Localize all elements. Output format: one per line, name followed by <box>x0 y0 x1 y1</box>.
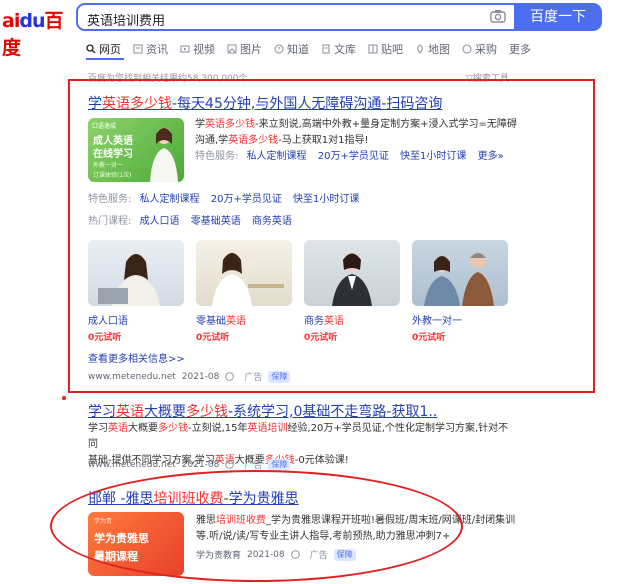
tab-video[interactable]: 视频 <box>180 40 215 58</box>
annotation-rectangle <box>68 79 595 393</box>
logo-du: du <box>19 10 45 32</box>
tab-news[interactable]: 资讯 <box>133 40 168 58</box>
ad2-title-pre: 学习 <box>88 404 116 420</box>
tab-image[interactable]: 图片 <box>227 40 262 58</box>
t: 大概要 <box>128 423 158 434</box>
purchase-icon <box>462 44 472 54</box>
baidu-logo[interactable]: aidu百度 <box>2 6 72 59</box>
tab-label: 更多 <box>509 43 531 56</box>
tab-label: 网页 <box>99 43 121 56</box>
info-icon <box>225 460 235 469</box>
tab-label: 采购 <box>475 43 497 56</box>
tab-web[interactable]: 网页 <box>86 40 121 58</box>
tab-label: 视频 <box>193 43 215 56</box>
tab-label: 图片 <box>240 43 262 56</box>
forum-icon <box>368 44 378 54</box>
tab-tieba[interactable]: 贴吧 <box>368 40 403 58</box>
guarantee-text: 保障 <box>271 459 288 469</box>
svg-text:?: ? <box>277 47 280 54</box>
map-icon <box>417 44 423 54</box>
t: 学习 <box>88 423 108 434</box>
t: 多少钱 <box>158 423 188 434</box>
tab-label: 资讯 <box>146 43 168 56</box>
guarantee-badge[interactable]: 保障 <box>268 458 291 471</box>
video-icon <box>180 45 190 53</box>
t: -立刻说,15年 <box>188 423 248 434</box>
search-icon <box>86 44 96 54</box>
ad2-date: 2021-08 <box>181 459 220 470</box>
tab-map[interactable]: 地图 <box>415 40 450 58</box>
search-button[interactable]: 百度一下 <box>514 3 602 31</box>
image-icon <box>227 44 237 54</box>
ad2-url[interactable]: www.metenedu.net <box>88 460 176 470</box>
tab-zhidao[interactable]: ? 知道 <box>274 40 309 58</box>
tab-label: 贴吧 <box>381 43 403 56</box>
logo-prefix: ai <box>2 10 20 32</box>
tab-label: 地图 <box>428 43 450 56</box>
ad2-title-post: -系统学习,0基础不走弯路-获取1.. <box>228 404 438 420</box>
active-tab-underline <box>86 58 124 60</box>
news-icon <box>133 44 143 54</box>
search-tabs: 网页 资讯 视频 图片 ? 知道 文库 贴吧 地图 采购 更多 <box>86 40 543 58</box>
ad2-title-hl2: 多少钱 <box>186 404 228 420</box>
question-icon: ? <box>274 44 284 54</box>
search-input[interactable]: 英语培训费用 <box>76 3 514 31</box>
ad2-title[interactable]: 学习英语大概要多少钱-系统学习,0基础不走弯路-获取1.. <box>88 401 437 421</box>
t: -0元体验课! <box>294 455 349 466</box>
search-query: 英语培训费用 <box>87 14 166 29</box>
annotation-dot <box>62 396 66 400</box>
tab-label: 知道 <box>287 43 309 56</box>
tab-label: 文库 <box>334 43 356 56</box>
tab-more[interactable]: 更多 <box>509 40 531 58</box>
tab-wenku[interactable]: 文库 <box>321 40 356 58</box>
ad2-title-hl1: 英语 <box>116 404 144 420</box>
annotation-ellipse <box>50 470 463 582</box>
t: 英语培训 <box>247 423 288 434</box>
camera-icon[interactable] <box>490 9 506 23</box>
document-icon <box>322 44 330 54</box>
tab-purchase[interactable]: 采购 <box>462 40 497 58</box>
ad2-title-mid: 大概要 <box>144 404 186 420</box>
t: 英语 <box>108 423 128 434</box>
